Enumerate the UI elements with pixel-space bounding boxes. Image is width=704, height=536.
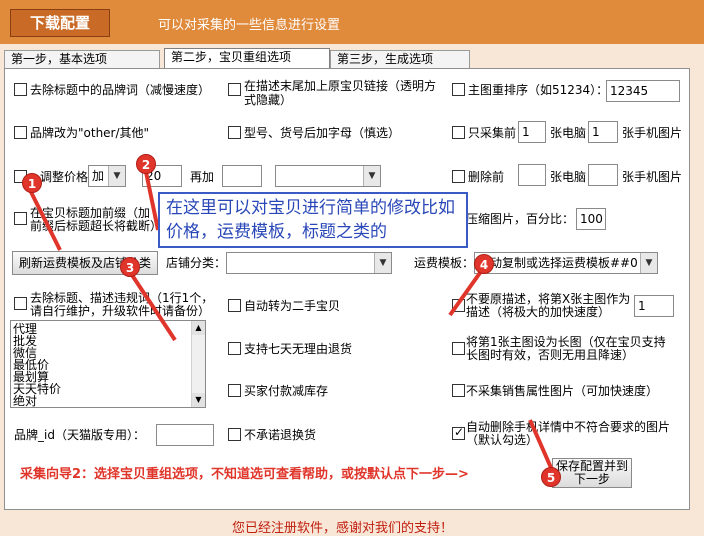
model-suffix-label: 型号、货号后加字母（慎选） [244,126,401,140]
second-hand-checkbox[interactable] [228,299,241,312]
tab-step2[interactable]: 第二步，宝贝重组选项 [164,48,330,69]
guide-text: 采集向导2：选择宝贝重组选项，不知道选可查看帮助，或按默认点下一步—> [20,467,469,482]
collect-mobile-count-input[interactable]: 1 [588,121,618,143]
append-link-label: 在描述末尾加上原宝贝链接（透明方式隐藏） [244,79,437,107]
remove-brand-checkbox[interactable] [14,83,27,96]
collect-first-checkbox[interactable] [452,126,465,139]
prefix-title-label: 在宝贝标题加前缀（加前缀后标题超长将截断） [30,206,163,233]
mobile-images2-label: 张手机图片 [622,170,683,184]
textarea-scrollbar[interactable]: ▲ ▼ [191,321,205,407]
long-image-checkbox[interactable] [452,342,465,355]
no-sales-attr-checkbox[interactable] [452,384,465,397]
price-operator-value: 加 [92,169,105,183]
long-image-label: 将第1张主图设为长图（仅在宝贝支持长图时有效，否则无用且降速） [466,335,666,362]
delete-mobile-count-input[interactable] [588,164,618,186]
keyword-item: 天天特价 [13,382,62,396]
tab-step1[interactable]: 第一步，基本选项 [4,50,160,68]
freight-template-select[interactable]: 自动复制或选择运费模板##0 ▼ [474,252,658,274]
brand-id-input[interactable] [156,424,214,446]
main-image-sort-checkbox[interactable] [452,83,465,96]
no-sales-attr-label: 不采集销售属性图片（可加快速度） [466,384,659,398]
no-desc-image-input[interactable]: 1 [634,295,674,317]
chevron-down-icon: ▼ [640,253,657,273]
page-scrollbar[interactable] [692,44,704,510]
price-operator-select[interactable]: 加 ▼ [88,165,126,187]
add-again-select[interactable]: ▼ [275,165,381,187]
step-badge-5: 5 [541,467,561,487]
pc-images-label: 张电脑 [550,126,587,140]
no-return-checkbox[interactable] [228,428,241,441]
footer-text: 您已经注册软件，感谢对我们的支持！ [232,521,454,536]
step-badge-3: 3 [120,257,140,277]
no-desc-label: 不要原描述，将第X张主图作为描述（将极大的加快速度） [466,292,631,319]
keyword-item: 代理 [13,322,38,336]
download-config-button[interactable]: 下载配置 [10,9,110,37]
delete-first-checkbox[interactable] [452,170,465,183]
keyword-item: 批发 [13,334,38,348]
buyer-pay-checkbox[interactable] [228,384,241,397]
second-hand-label: 自动转为二手宝贝 [244,299,341,313]
step-badge-4: 4 [474,254,494,274]
scroll-up-icon[interactable]: ▲ [192,321,205,335]
freight-template-value: 自动复制或选择运费模板##0 [478,256,638,270]
chevron-down-icon: ▼ [363,166,380,186]
prefix-title-checkbox[interactable] [14,212,27,225]
compress-label: 压缩图片，百分比： [466,212,575,226]
auto-delete-checkbox[interactable] [452,425,465,440]
freight-template-label: 运费模板： [414,256,475,270]
brand-other-label: 品牌改为"other/其他" [30,126,150,140]
main-image-sort-label: 主图重排序（如51234）： [468,83,609,97]
brand-other-checkbox[interactable] [14,126,27,139]
chevron-down-icon: ▼ [374,253,391,273]
no-return-label: 不承诺退换货 [244,428,317,442]
step-badge-2: 2 [136,154,156,174]
shop-category-label: 店铺分类： [166,256,227,270]
delete-pc-count-input[interactable] [518,164,546,186]
collect-pc-count-input[interactable]: 1 [518,121,546,143]
auto-delete-label: 自动删除手机详情中不符合要求的图片（默认勾选） [466,420,671,447]
seven-days-label: 支持七天无理由退货 [244,342,353,356]
add-again-label: 再加 [190,170,215,184]
brand-id-label: 品牌_id（天猫版专用）： [14,428,145,442]
adjust-price-label: 调整价格 [40,170,89,184]
collect-first-label: 只采集前 [468,126,517,140]
pc-images2-label: 张电脑 [550,170,587,184]
compress-percent-input[interactable]: 100 [576,208,606,230]
save-next-button[interactable]: 保存配置并到下一步 [552,458,632,488]
callout-box: 在这里可以对宝贝进行简单的修改比如价格，运费模板，标题之类的 [158,192,468,248]
remove-keywords-checkbox[interactable] [14,297,27,310]
append-link-checkbox[interactable] [228,83,241,96]
chevron-down-icon: ▼ [108,166,125,186]
scroll-down-icon[interactable]: ▼ [192,393,205,407]
delete-first-label: 删除前 [468,170,505,184]
model-suffix-checkbox[interactable] [228,126,241,139]
seven-days-checkbox[interactable] [228,342,241,355]
no-desc-checkbox[interactable] [452,299,465,312]
keyword-item: 绝对 [13,394,38,408]
step-badge-1: 1 [22,173,42,193]
buyer-pay-label: 买家付款减库存 [244,384,329,398]
add-again-input[interactable] [222,165,262,187]
header-description: 可以对采集的一些信息进行设置 [158,18,341,33]
keywords-textarea[interactable]: 代理 批发 微信 最低价 最划算 天天特价 绝对 ▲ ▼ [10,320,206,408]
tab-step3[interactable]: 第三步，生成选项 [330,50,470,68]
main-image-sort-input[interactable]: 12345 [606,80,680,102]
mobile-images-label: 张手机图片 [622,126,683,140]
shop-category-select[interactable]: ▼ [226,252,392,274]
remove-brand-label: 去除标题中的品牌词（减慢速度） [30,83,211,97]
remove-keywords-label: 去除标题、描述违规词（1行1个，请自行维护，升级软件时请备份） [30,291,214,318]
